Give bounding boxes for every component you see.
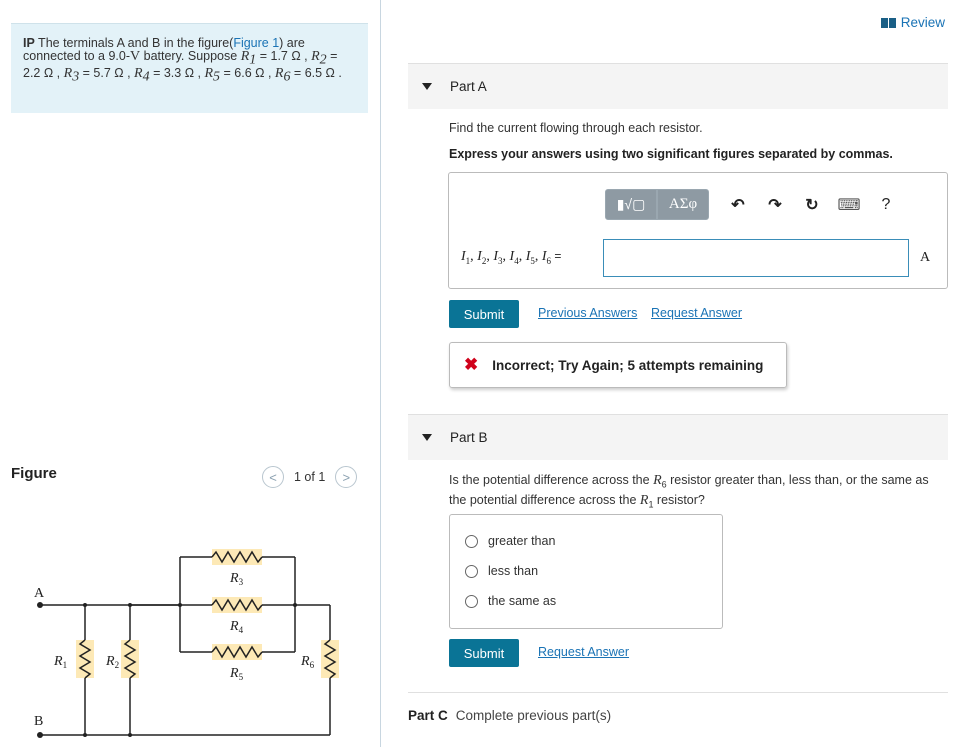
error-x-icon: ✖ — [464, 355, 479, 374]
part-a-question: Find the current flowing through each re… — [449, 121, 703, 135]
part-a-header[interactable]: Part A — [408, 63, 948, 109]
ip-tag: IP — [23, 36, 35, 50]
figure-heading: Figure — [11, 465, 57, 482]
part-a-title: Part A — [450, 79, 487, 94]
option-greater-than[interactable]: greater than — [465, 534, 555, 548]
redo-icon[interactable]: ↷ — [764, 194, 786, 216]
r2-label: R2 — [105, 654, 119, 670]
help-icon[interactable]: ? — [875, 194, 897, 216]
equation-label: I1, I2, I3, I4, I5, I6 = — [461, 249, 562, 266]
review-label: Review — [900, 15, 945, 30]
feedback-message: ✖ Incorrect; Try Again; 5 attempts remai… — [449, 342, 787, 388]
chevron-right-icon: > — [342, 469, 351, 485]
part-b-options: greater than less than the same as — [449, 514, 723, 629]
r3-label: R3 — [229, 571, 244, 587]
problem-statement: IP The terminals A and B in the figure(F… — [11, 23, 368, 113]
feedback-text: Incorrect; Try Again; 5 attempts remaini… — [492, 357, 764, 373]
answer-box: ▮√▢ ΑΣφ ↶ ↷ ↻ ⌨ ? I1, I2, I3, I4, I5, I6… — [448, 172, 948, 289]
part-b-title: Part B — [450, 430, 488, 445]
r1-label: R1 — [53, 654, 67, 670]
figure-link[interactable]: Figure 1 — [233, 36, 279, 50]
caret-down-icon — [422, 83, 432, 90]
caret-down-icon — [422, 434, 432, 441]
chevron-left-icon: < — [269, 469, 277, 485]
part-c-desc: Complete previous part(s) — [455, 708, 612, 723]
part-b-question: Is the potential difference across the R… — [449, 473, 929, 509]
templates-icon: ▮√▢ — [616, 196, 646, 212]
radio-button[interactable] — [465, 594, 478, 608]
previous-answers-link[interactable]: Previous Answers — [538, 306, 637, 320]
review-link[interactable]: Review — [880, 15, 945, 30]
part-b-submit-button[interactable]: Submit — [449, 639, 519, 667]
reset-icon[interactable]: ↻ — [801, 194, 823, 216]
part-c-row: Part C Complete previous part(s) — [408, 708, 611, 723]
radio-button[interactable] — [465, 564, 478, 578]
undo-icon[interactable]: ↶ — [727, 194, 749, 216]
unit-label: A — [920, 250, 931, 265]
book-icon — [880, 17, 896, 28]
part-a-submit-button[interactable]: Submit — [449, 300, 519, 328]
terminal-b-label: B — [34, 714, 43, 729]
part-b-header[interactable]: Part B — [408, 414, 948, 460]
option-less-than[interactable]: less than — [465, 564, 538, 578]
pager-count: 1 of 1 — [294, 470, 326, 484]
part-c-title: Part C — [408, 708, 448, 723]
option-same-as[interactable]: the same as — [465, 594, 556, 608]
divider — [408, 692, 948, 693]
left-panel: IP The terminals A and B in the figure(F… — [0, 0, 381, 747]
prev-figure-button[interactable]: < — [262, 466, 284, 488]
r6-label: R6 — [300, 654, 315, 670]
radio-button[interactable] — [465, 534, 478, 548]
terminal-a-label: A — [34, 586, 45, 601]
figure-pager: < 1 of 1 > — [262, 465, 358, 489]
part-a-request-answer-link[interactable]: Request Answer — [651, 306, 742, 320]
keyboard-icon[interactable]: ⌨ — [837, 194, 860, 216]
templates-button[interactable]: ▮√▢ — [605, 189, 657, 220]
circuit-diagram: A B R1 R2 R3 R4 R5 R6 — [34, 549, 339, 738]
r4-label: R4 — [229, 619, 244, 635]
answer-input[interactable] — [603, 239, 909, 277]
next-figure-button[interactable]: > — [335, 466, 358, 488]
math-toolbar: ▮√▢ ΑΣφ ↶ ↷ ↻ ⌨ ? — [605, 189, 897, 220]
part-a-instruction: Express your answers using two significa… — [449, 147, 893, 161]
part-b-request-answer-link[interactable]: Request Answer — [538, 645, 629, 659]
r5-label: R5 — [229, 666, 244, 682]
greek-symbols-button[interactable]: ΑΣφ — [657, 189, 709, 220]
